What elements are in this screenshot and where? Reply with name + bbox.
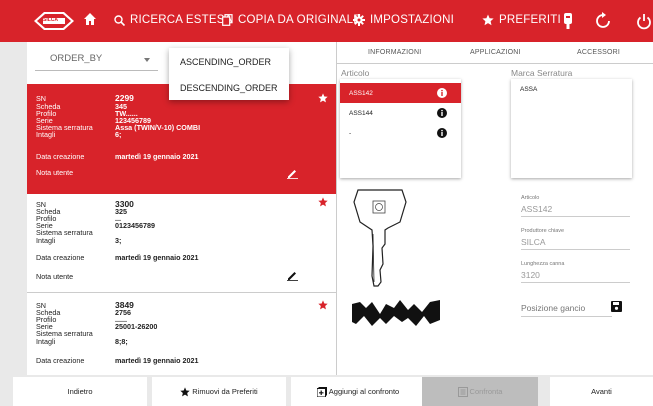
tab-underline: [336, 63, 653, 64]
articolo-label: Articolo: [341, 68, 370, 78]
option-ascending[interactable]: ASCENDING_ORDER: [169, 48, 289, 74]
indietro-button[interactable]: Indietro: [13, 377, 147, 406]
articolo-item[interactable]: -: [340, 123, 461, 143]
confronta-label: Confronta: [469, 387, 503, 396]
tab-accessori[interactable]: ACCESSORI: [577, 49, 620, 56]
detail-label: Articolo: [521, 195, 540, 201]
label-intagli: Intagli: [36, 337, 56, 346]
label-nota-utente: Nota utente: [36, 168, 74, 177]
card-serie: 0123456789: [115, 221, 155, 230]
save-icon[interactable]: [611, 301, 622, 312]
avanti-button[interactable]: Avanti: [550, 377, 653, 406]
label-data-creazione: Data creazione: [36, 152, 85, 161]
nav-preferiti-label: PREFERITI: [499, 14, 561, 26]
result-card-selected[interactable]: SN 2299 Scheda 345 Profilo TW...... Seri…: [27, 84, 336, 194]
refresh-icon[interactable]: [595, 12, 611, 30]
card-data: martedì 19 gennaio 2021: [115, 356, 199, 365]
detail-value: ASS142: [521, 204, 553, 214]
marca-serratura-list: ASSA: [511, 79, 632, 178]
label-intagli: Intagli: [36, 130, 56, 139]
detail-articolo: Articolo ASS142: [521, 195, 630, 217]
nav-copia-da-originale[interactable]: COPIA DA ORIGINALE: [222, 14, 361, 26]
confronta-button[interactable]: Confronta: [422, 377, 538, 406]
detail-value: 3120: [521, 270, 540, 280]
articolo-item-label: ASS142: [349, 90, 373, 97]
articolo-item-label: -: [349, 130, 352, 137]
key-blank-icon[interactable]: [560, 12, 576, 30]
nav-preferiti[interactable]: PREFERITI: [482, 14, 561, 26]
star-icon: [482, 14, 494, 26]
key-image: [353, 189, 407, 287]
caret-down-icon: [144, 58, 150, 62]
articolo-item[interactable]: ASS144: [340, 103, 461, 123]
avanti-label: Avanti: [591, 387, 612, 396]
nav-impostazioni[interactable]: IMPOSTAZIONI: [353, 14, 454, 26]
star-icon: [180, 386, 190, 396]
nav-impostazioni-label: IMPOSTAZIONI: [370, 14, 454, 26]
nav-copia-label: COPIA DA ORIGINALE: [238, 14, 362, 26]
aggiungi-label: Aggiungi al confronto: [328, 387, 400, 396]
power-icon[interactable]: [636, 12, 652, 30]
tab-applicazioni[interactable]: APPLICAZIONI: [470, 49, 521, 56]
info-icon[interactable]: [437, 88, 447, 98]
copy-icon: [222, 14, 233, 26]
detail-label: Lunghezza canna: [521, 261, 565, 267]
label-data-creazione: Data creazione: [36, 356, 85, 365]
posizione-gancio-field[interactable]: Posizione gancio: [521, 303, 612, 317]
star-icon[interactable]: [318, 197, 328, 207]
edit-icon[interactable]: [287, 270, 298, 281]
star-icon[interactable]: [318, 93, 328, 103]
search-icon: [114, 14, 125, 26]
detail-produttore: Produttore chiave SILCA: [521, 228, 630, 250]
rimuovi-preferiti-button[interactable]: Rimuovi da Preferiti: [152, 377, 286, 406]
label-nota-utente: Nota utente: [36, 272, 74, 281]
detail-label: Produttore chiave: [521, 228, 565, 234]
articolo-item-label: ASS144: [349, 110, 373, 117]
aggiungi-confronto-button[interactable]: Aggiungi al confronto: [291, 377, 425, 406]
compare-icon: [457, 386, 468, 397]
logo-text: SILCA: [43, 17, 58, 23]
card-intagli: 8;8;: [115, 337, 128, 346]
info-icon[interactable]: [437, 128, 447, 138]
card-serie: 25001-26200: [115, 322, 158, 331]
indietro-label: Indietro: [67, 387, 93, 396]
nav-ricerca-estesa[interactable]: RICERCA ESTESA: [114, 14, 233, 26]
articolo-list: ASS142 ASS144 -: [340, 79, 461, 178]
tab-informazioni[interactable]: INFORMAZIONI: [368, 49, 421, 56]
key-cut-profile-icon: [352, 300, 440, 326]
home-icon[interactable]: [83, 12, 97, 26]
card-sistema: Assa (TWIN/V-10) COMBI: [115, 123, 201, 132]
rimuovi-label: Rimuovi da Preferiti: [192, 387, 258, 396]
marca-serratura-value[interactable]: ASSA: [520, 86, 537, 93]
card-sn: 2299: [115, 93, 134, 103]
card-data: martedì 19 gennaio 2021: [115, 253, 199, 262]
card-intagli: 6;: [115, 130, 122, 139]
option-descending[interactable]: DESCENDING_ORDER: [169, 74, 289, 100]
order-dropdown: ASCENDING_ORDER DESCENDING_ORDER: [169, 48, 289, 100]
edit-icon[interactable]: [287, 168, 298, 179]
articolo-item[interactable]: ASS142: [340, 83, 461, 103]
card-intagli: 3;: [115, 236, 122, 245]
nav-ricerca-estesa-label: RICERCA ESTESA: [130, 14, 233, 26]
label-data-creazione: Data creazione: [36, 253, 85, 262]
order-by-value: ORDER_BY: [50, 53, 103, 64]
gear-icon: [353, 14, 365, 26]
result-card[interactable]: SN 3849 Scheda 2756 Profilo ...... Serie…: [27, 293, 336, 376]
order-by-select[interactable]: ORDER_BY: [35, 49, 158, 71]
left-margin: [0, 42, 27, 376]
detail-lunghezza: Lunghezza canna 3120: [521, 261, 630, 283]
detail-value: SILCA: [521, 237, 546, 247]
label-intagli: Intagli: [36, 236, 56, 245]
add-compare-icon: [316, 386, 327, 397]
star-icon[interactable]: [318, 300, 328, 310]
info-icon[interactable]: [437, 108, 447, 118]
top-bar: SILCA RICERCA ESTESA COPIA DA ORIGINALE …: [0, 0, 653, 42]
card-data: martedì 19 gennaio 2021: [115, 152, 199, 161]
marca-serratura-label: Marca Serratura: [511, 68, 573, 78]
result-card[interactable]: SN 3300 Scheda 325 Profilo ... Serie 012…: [27, 194, 336, 291]
